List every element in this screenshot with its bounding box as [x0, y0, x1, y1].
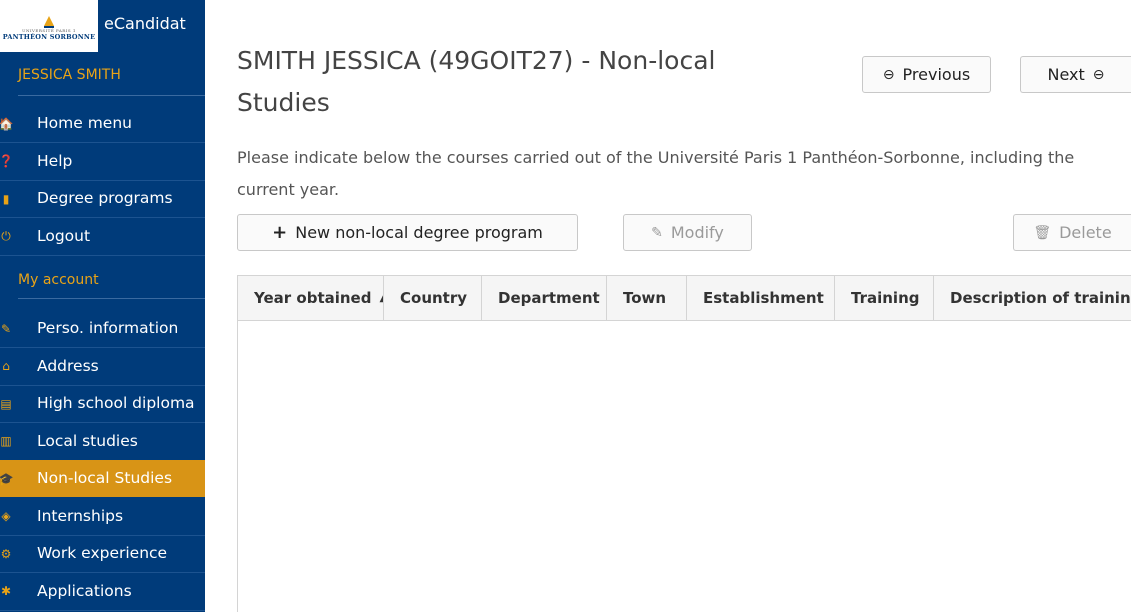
intro-text: Please indicate below the courses carrie…	[237, 148, 1075, 199]
sidebar-item-perso-information[interactable]: ✎ Perso. information	[0, 310, 205, 347]
column-header-town[interactable]: Town	[607, 276, 687, 320]
column-label: Country	[400, 289, 468, 307]
modify-label: Modify	[670, 223, 724, 242]
sidebar-item-non-local-studies[interactable]: 🎓 Non-local Studies	[0, 460, 205, 497]
sidebar-item-label: Logout	[37, 226, 91, 245]
delete-label: Delete	[1059, 223, 1112, 242]
menu-divider	[0, 254, 205, 256]
logo-emblem-icon	[44, 16, 54, 28]
home-icon: ⌂	[2, 359, 10, 373]
column-label: Training	[851, 289, 920, 307]
menu-divider	[0, 609, 205, 611]
sidebar-item-applications[interactable]: ✱ Applications	[0, 573, 205, 610]
sidebar-item-degree-programs[interactable]: ▮ Degree programs	[0, 180, 205, 217]
column-label: Town	[623, 289, 667, 307]
arrow-circle-right-icon: ⊖	[1092, 66, 1105, 83]
column-label: Department	[498, 289, 600, 307]
page-title: SMITH JESSICA (49GOIT27) - Non-local Stu…	[237, 46, 716, 117]
bookmark-icon: ▮	[2, 191, 10, 206]
next-label: Next	[1047, 65, 1085, 84]
sidebar: UNIVERSITÉ PARIS 1 PANTHÉON SORBONNE eCa…	[0, 0, 205, 612]
institution-icon: ▥	[0, 434, 12, 448]
column-header-year-obtained[interactable]: Year obtained ▲	[238, 276, 384, 320]
column-label: Year obtained	[254, 289, 372, 307]
column-header-department[interactable]: Department	[482, 276, 607, 320]
next-button[interactable]: Next ⊖	[1020, 56, 1131, 93]
non-local-studies-table: Year obtained ▲ Country Department Town …	[237, 275, 1131, 612]
sidebar-item-internships[interactable]: ◈ Internships	[0, 498, 205, 535]
home-icon: 🏠	[0, 116, 14, 131]
column-header-description-of-training[interactable]: Description of training	[934, 276, 1131, 320]
column-header-establishment[interactable]: Establishment	[687, 276, 835, 320]
pencil-icon: ✎	[0, 321, 12, 336]
cogs-icon: ⚙	[0, 546, 12, 561]
sidebar-item-logout[interactable]: ⏻ Logout	[0, 218, 205, 255]
graduation-cap-icon: 🎓	[0, 471, 14, 486]
sidebar-item-work-experience[interactable]: ⚙ Work experience	[0, 535, 205, 572]
previous-button[interactable]: ⊖ Previous	[862, 56, 991, 93]
sidebar-item-label: Address	[37, 356, 99, 375]
column-header-country[interactable]: Country	[384, 276, 482, 320]
modify-button[interactable]: ✎ Modify	[623, 214, 752, 251]
sidebar-item-label: Degree programs	[37, 189, 173, 207]
my-account-title: My account	[18, 272, 99, 288]
book-icon: ▤	[0, 396, 12, 411]
sidebar-item-label: Home menu	[37, 114, 132, 132]
logo-sorbonne-text: PANTHÉON SORBONNE	[2, 33, 96, 41]
sidebar-item-label: Perso. information	[37, 319, 179, 337]
table-body	[238, 321, 1131, 612]
sidebar-item-local-studies[interactable]: ▥ Local studies	[0, 423, 205, 460]
trash-icon: 🗑	[1033, 224, 1052, 241]
sidebar-item-home-menu[interactable]: 🏠 Home menu	[0, 105, 205, 142]
pencil-icon: ✎	[651, 224, 663, 241]
sidebar-item-label: Local studies	[37, 431, 138, 450]
logo-bar: UNIVERSITÉ PARIS 1 PANTHÉON SORBONNE eCa…	[0, 0, 205, 52]
sidebar-item-label: Applications	[37, 581, 132, 600]
user-name: JESSICA SMITH	[18, 67, 121, 83]
column-header-training[interactable]: Training	[835, 276, 934, 320]
sidebar-item-high-school-diploma[interactable]: ▤ High school diploma	[0, 385, 205, 422]
university-logo[interactable]: UNIVERSITÉ PARIS 1 PANTHÉON SORBONNE	[0, 0, 98, 52]
plus-icon: +	[272, 222, 288, 243]
sidebar-item-help[interactable]: ❓ Help	[0, 143, 205, 180]
delete-button[interactable]: 🗑 Delete	[1013, 214, 1131, 251]
divider	[18, 298, 205, 299]
help-icon: ❓	[0, 154, 14, 168]
power-icon: ⏻	[1, 228, 11, 243]
previous-label: Previous	[902, 65, 971, 84]
app-name[interactable]: eCandidat	[104, 14, 186, 33]
new-degree-program-label: New non-local degree program	[295, 223, 543, 242]
column-label: Description of training	[950, 289, 1131, 307]
arrow-circle-left-icon: ⊖	[882, 66, 895, 83]
puzzle-icon: ✱	[0, 584, 12, 598]
sidebar-item-label: Internships	[37, 506, 124, 525]
main-content: SMITH JESSICA (49GOIT27) - Non-local Stu…	[205, 0, 1131, 612]
sidebar-item-address[interactable]: ⌂ Address	[0, 348, 205, 385]
sidebar-item-label: Non-local Studies	[37, 469, 173, 487]
divider	[18, 95, 205, 96]
sidebar-item-label: Work experience	[37, 544, 168, 562]
cube-icon: ◈	[1, 509, 11, 523]
column-label: Establishment	[703, 289, 824, 307]
sidebar-item-label: High school diploma	[37, 394, 195, 412]
table-header: Year obtained ▲ Country Department Town …	[238, 276, 1131, 321]
new-degree-program-button[interactable]: + New non-local degree program	[237, 214, 578, 251]
sidebar-item-label: Help	[37, 151, 73, 170]
